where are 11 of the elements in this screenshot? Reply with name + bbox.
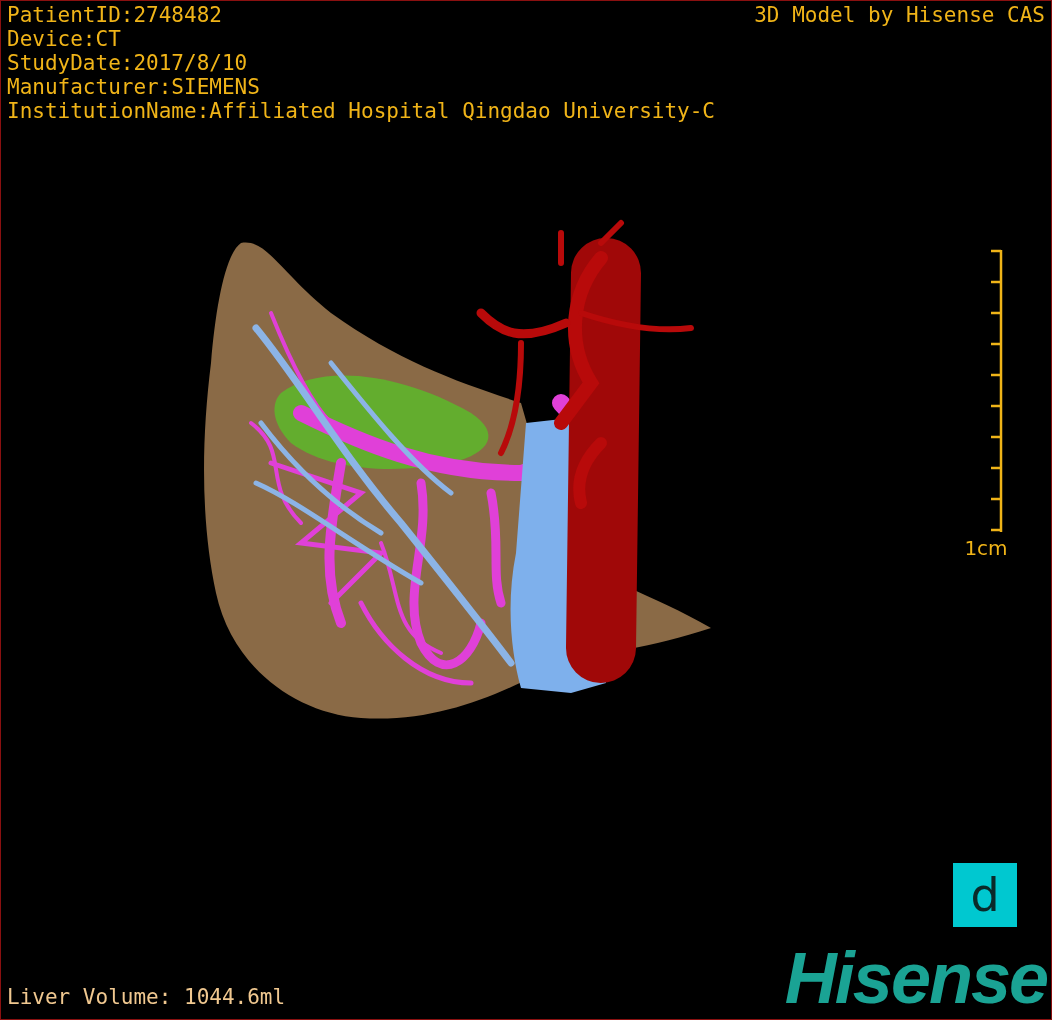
- liver-volume-text: Liver Volume: 1044.6ml: [7, 985, 286, 1009]
- scale-ruler-icon: [989, 249, 1003, 533]
- scale-label: 1cm: [964, 537, 1008, 559]
- brand-logo: Hisense: [784, 943, 1048, 1013]
- view-toggle-button[interactable]: d: [953, 863, 1017, 927]
- model-credit-text: 3D Model by Hisense CAS: [754, 3, 1045, 29]
- patient-info-text: InstitutionName:Affiliated Hospital Qingdao University-C: [7, 99, 715, 123]
- patient-info-text: Manufacturer:SIEMENS: [7, 75, 261, 99]
- patient-info-text: StudyDate:2017/8/10: [7, 51, 249, 75]
- patient-info-text: PatientID:2748482: [7, 3, 223, 27]
- patient-info-text: Device:CT: [7, 27, 122, 51]
